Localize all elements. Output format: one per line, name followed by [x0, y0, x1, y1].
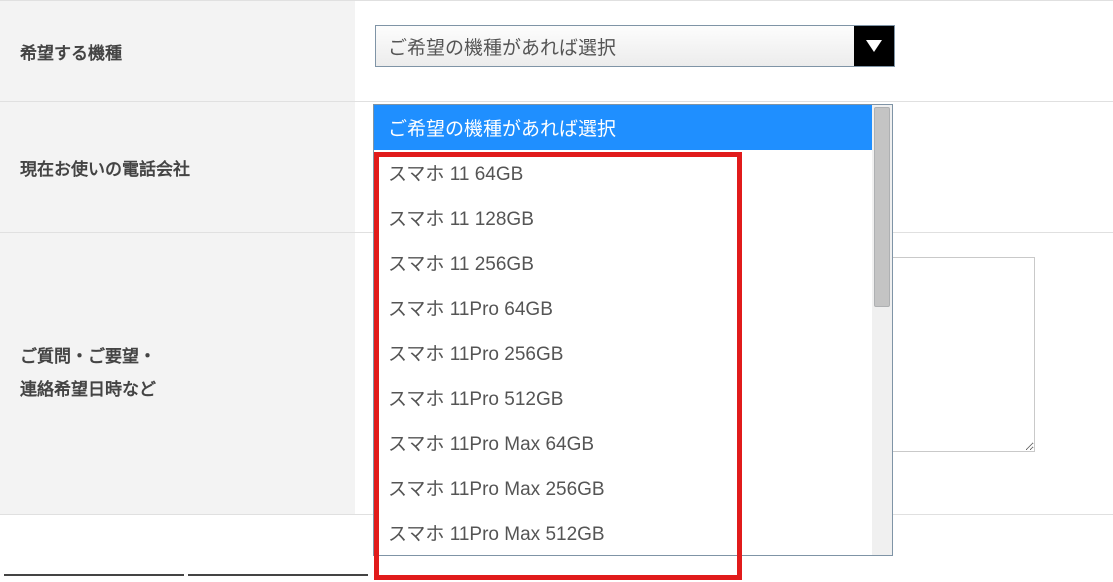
bottom-border-hint — [0, 574, 1113, 582]
label-carrier: 現在お使いの電話会社 — [0, 102, 355, 232]
value-cell-model: ご希望の機種があれば選択 — [355, 1, 1113, 101]
dropdown-scrollbar-thumb[interactable] — [874, 107, 890, 307]
label-carrier-text: 現在お使いの電話会社 — [20, 155, 190, 180]
dropdown-option[interactable]: スマホ 11Pro 256GB — [374, 330, 872, 375]
dropdown-option[interactable]: スマホ 11Pro 512GB — [374, 375, 872, 420]
model-select-display: ご希望の機種があれば選択 — [376, 33, 854, 60]
dropdown-option[interactable]: スマホ 11Pro 64GB — [374, 285, 872, 330]
model-dropdown-list: ご希望の機種があれば選択スマホ 11 64GBスマホ 11 128GBスマホ 1… — [374, 105, 872, 555]
label-memo-lines: ご質問・ご要望・ 連絡希望日時など — [20, 341, 156, 406]
dropdown-option[interactable]: スマホ 11Pro Max 64GB — [374, 420, 872, 465]
dropdown-option[interactable]: スマホ 11Pro Max 512GB — [374, 510, 872, 555]
model-dropdown-popup[interactable]: ご希望の機種があれば選択スマホ 11 64GBスマホ 11 128GBスマホ 1… — [373, 104, 893, 556]
model-select[interactable]: ご希望の機種があれば選択 — [375, 25, 895, 67]
dropdown-option[interactable]: スマホ 11Pro Max 256GB — [374, 465, 872, 510]
dropdown-option[interactable]: ご希望の機種があれば選択 — [374, 105, 872, 150]
label-memo-line2: 連絡希望日時など — [20, 380, 156, 399]
label-model-text: 希望する機種 — [20, 39, 122, 64]
dropdown-arrow-icon — [854, 26, 894, 66]
label-model: 希望する機種 — [0, 1, 355, 101]
label-memo: ご質問・ご要望・ 連絡希望日時など — [0, 233, 355, 514]
dropdown-option[interactable]: スマホ 11 256GB — [374, 240, 872, 285]
dropdown-option[interactable]: スマホ 11 64GB — [374, 150, 872, 195]
label-memo-line1: ご質問・ご要望・ — [20, 347, 156, 366]
form-row-model: 希望する機種 ご希望の機種があれば選択 — [0, 0, 1113, 102]
dropdown-scrollbar[interactable] — [872, 105, 892, 555]
dropdown-option[interactable]: スマホ 11 128GB — [374, 195, 872, 240]
